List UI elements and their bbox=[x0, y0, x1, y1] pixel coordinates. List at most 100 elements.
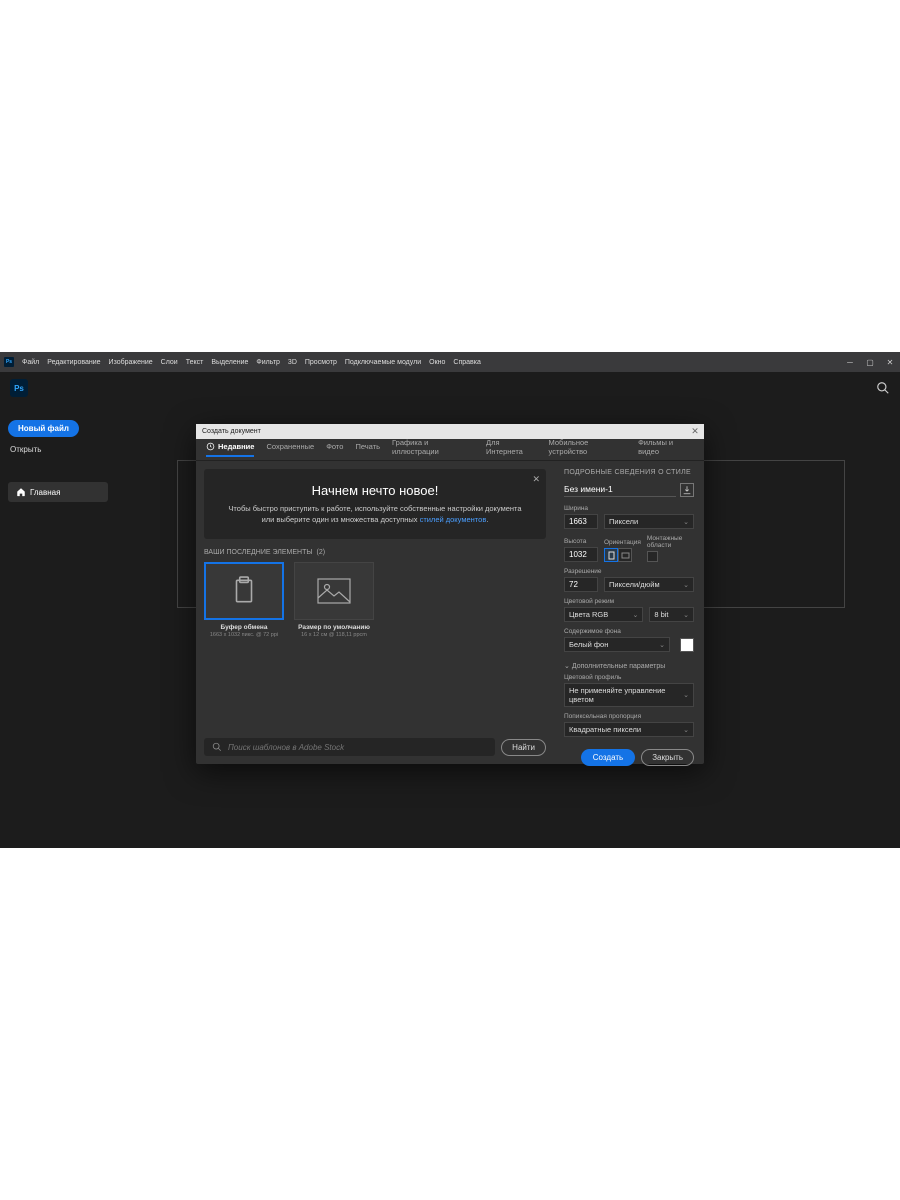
tab-label: Недавние bbox=[218, 442, 254, 451]
select-value: Не применяйте управление цветом bbox=[569, 686, 683, 704]
preset-thumb bbox=[294, 562, 374, 620]
clock-icon bbox=[206, 442, 215, 451]
chevron-down-icon: ⌄ bbox=[683, 691, 689, 699]
color-profile-select[interactable]: Не применяйте управление цветом⌄ bbox=[564, 683, 694, 707]
tab-mobile[interactable]: Мобильное устройство bbox=[549, 438, 627, 462]
width-units-select[interactable]: Пиксели⌄ bbox=[604, 514, 694, 529]
save-preset-button[interactable] bbox=[680, 483, 694, 497]
create-button[interactable]: Создать bbox=[581, 749, 635, 766]
details-panel: ПОДРОБНЫЕ СВЕДЕНИЯ О СТИЛЕ Ширина Пиксел… bbox=[554, 461, 704, 764]
height-input[interactable] bbox=[564, 547, 598, 562]
tab-photo[interactable]: Фото bbox=[326, 442, 343, 457]
advanced-toggle[interactable]: ⌄ Дополнительные параметры bbox=[564, 662, 694, 670]
search-icon bbox=[212, 742, 222, 752]
chevron-down-icon: ⌄ bbox=[683, 581, 689, 589]
menu-select[interactable]: Выделение bbox=[207, 359, 252, 366]
chevron-down-icon: ⌄ bbox=[683, 518, 689, 526]
preset-thumb bbox=[204, 562, 284, 620]
open-button[interactable]: Открыть bbox=[8, 441, 108, 458]
ps-logo-icon: Ps bbox=[10, 379, 28, 397]
artboards-label: Монтажные области bbox=[647, 535, 694, 549]
banner-text: Чтобы быстро приступить к работе, исполь… bbox=[224, 504, 526, 525]
background-swatch[interactable] bbox=[680, 638, 694, 652]
background-select[interactable]: Белый фон ⌄ bbox=[564, 637, 670, 652]
template-search-row: Найти bbox=[202, 734, 548, 758]
chevron-down-icon: ⌄ bbox=[683, 726, 689, 734]
menu-3d[interactable]: 3D bbox=[284, 359, 301, 366]
chevron-down-icon: ⌄ bbox=[659, 641, 665, 649]
details-title: ПОДРОБНЫЕ СВЕДЕНИЯ О СТИЛЕ bbox=[564, 469, 694, 476]
chevron-down-icon: ⌄ bbox=[632, 611, 638, 619]
category-tabs: Недавние Сохраненные Фото Печать Графика… bbox=[196, 439, 704, 461]
dialog-header: Создать документ ✕ bbox=[196, 424, 704, 439]
toolbar-row: Ps bbox=[0, 372, 900, 404]
menu-plugins[interactable]: Подключаемые модули bbox=[341, 359, 425, 366]
menu-view[interactable]: Просмотр bbox=[301, 359, 341, 366]
doc-styles-link[interactable]: стилей документов bbox=[420, 515, 487, 524]
dialog-close-button[interactable]: ✕ bbox=[690, 426, 700, 436]
tab-print[interactable]: Печать bbox=[355, 442, 380, 457]
bit-depth-select[interactable]: 8 bit⌄ bbox=[649, 607, 694, 622]
pixel-ratio-select[interactable]: Квадратные пиксели ⌄ bbox=[564, 722, 694, 737]
color-mode-select[interactable]: Цвета RGB ⌄ bbox=[564, 607, 643, 622]
image-icon bbox=[317, 578, 351, 604]
resolution-units-select[interactable]: Пиксели/дюйм⌄ bbox=[604, 577, 694, 592]
tab-recent[interactable]: Недавние bbox=[206, 442, 254, 457]
select-value: 8 bit bbox=[654, 610, 668, 619]
window-controls: ─ ▢ ✕ bbox=[840, 352, 900, 372]
menu-text[interactable]: Текст bbox=[182, 359, 208, 366]
width-input[interactable] bbox=[564, 514, 598, 529]
sidebar-home[interactable]: Главная bbox=[8, 482, 108, 502]
artboards-checkbox[interactable] bbox=[647, 551, 658, 562]
intro-banner: ✕ Начнем нечто новое! Чтобы быстро прист… bbox=[204, 469, 546, 539]
menu-filter[interactable]: Фильтр bbox=[252, 359, 284, 366]
select-value: Квадратные пиксели bbox=[569, 725, 641, 734]
close-window-button[interactable]: ✕ bbox=[880, 352, 900, 372]
dialog-title: Создать документ bbox=[202, 428, 261, 435]
recent-count: (2) bbox=[316, 549, 325, 556]
preset-sub: 16 x 12 см @ 118,11 ppcm bbox=[294, 632, 374, 638]
menu-edit[interactable]: Редактирование bbox=[43, 359, 104, 366]
find-button[interactable]: Найти bbox=[501, 739, 546, 756]
menu-layers[interactable]: Слои bbox=[157, 359, 182, 366]
preset-title: Буфер обмена bbox=[204, 624, 284, 631]
ps-icon: Ps bbox=[4, 357, 14, 367]
new-file-button[interactable]: Новый файл bbox=[8, 420, 79, 437]
orientation-group bbox=[604, 548, 641, 562]
clipboard-icon bbox=[231, 576, 257, 606]
template-search-input[interactable] bbox=[228, 743, 487, 752]
tab-art[interactable]: Графика и иллюстрации bbox=[392, 438, 474, 462]
preset-default[interactable]: Размер по умолчанию 16 x 12 см @ 118,11 … bbox=[294, 562, 374, 638]
advanced-label: Дополнительные параметры bbox=[572, 663, 665, 670]
menu-window[interactable]: Окно bbox=[425, 359, 449, 366]
tab-web[interactable]: Для Интернета bbox=[486, 438, 537, 462]
preset-clipboard[interactable]: Буфер обмена 1663 x 1032 пикс. @ 72 ppi bbox=[204, 562, 284, 638]
sidebar: Новый файл Открыть Главная bbox=[8, 418, 108, 502]
tab-video[interactable]: Фильмы и видео bbox=[638, 438, 694, 462]
banner-title: Начнем нечто новое! bbox=[224, 483, 526, 498]
menu-file[interactable]: Файл bbox=[18, 359, 43, 366]
select-value: Цвета RGB bbox=[569, 610, 608, 619]
minimize-button[interactable]: ─ bbox=[840, 352, 860, 372]
close-button[interactable]: Закрыть bbox=[641, 749, 694, 766]
preset-list: Буфер обмена 1663 x 1032 пикс. @ 72 ppi … bbox=[202, 562, 548, 638]
pixel-ratio-label: Попиксельная пропорция bbox=[564, 713, 694, 720]
banner-close-button[interactable]: ✕ bbox=[532, 474, 540, 485]
menu-image[interactable]: Изображение bbox=[105, 359, 157, 366]
resolution-input[interactable] bbox=[564, 577, 598, 592]
tab-saved[interactable]: Сохраненные bbox=[266, 442, 314, 457]
orientation-portrait[interactable] bbox=[604, 548, 618, 562]
color-mode-label: Цветовой режим bbox=[564, 598, 694, 605]
template-search-box[interactable] bbox=[204, 738, 495, 756]
width-label: Ширина bbox=[564, 505, 694, 512]
dialog-body: ✕ Начнем нечто новое! Чтобы быстро прист… bbox=[196, 461, 704, 764]
search-icon[interactable] bbox=[876, 381, 890, 395]
orientation-landscape[interactable] bbox=[618, 548, 632, 562]
select-value: Белый фон bbox=[569, 640, 608, 649]
maximize-button[interactable]: ▢ bbox=[860, 352, 880, 372]
color-profile-label: Цветовой профиль bbox=[564, 674, 694, 681]
document-name-input[interactable] bbox=[564, 482, 676, 497]
menu-help[interactable]: Справка bbox=[449, 359, 484, 366]
sidebar-home-label: Главная bbox=[30, 488, 60, 497]
recent-section-label: ВАШИ ПОСЛЕДНИЕ ЭЛЕМЕНТЫ (2) bbox=[204, 549, 546, 556]
